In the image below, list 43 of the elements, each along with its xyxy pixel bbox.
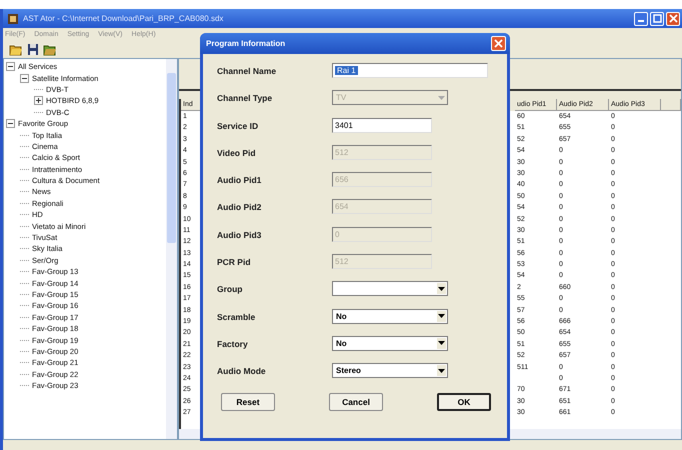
maximize-button[interactable] — [650, 12, 664, 26]
field-label: Channel Name — [217, 65, 278, 76]
field-label: Video Pid — [217, 146, 257, 158]
caret-icon[interactable] — [437, 310, 446, 322]
field-label: Factory — [217, 338, 249, 349]
caret-icon[interactable] — [437, 365, 446, 376]
close-button[interactable] — [491, 36, 506, 51]
field-label: Audio Pid3 — [217, 228, 262, 240]
scroll-bar[interactable] — [166, 59, 177, 439]
dropdown[interactable]: No — [332, 336, 448, 351]
dialog-title: Program Information — [206, 39, 286, 48]
collapse-icon[interactable] — [6, 62, 15, 72]
field-label: Audio Pid1 — [217, 174, 262, 186]
dialog-button[interactable]: OK — [437, 392, 491, 411]
field-label: Group — [217, 283, 244, 294]
maximize-icon — [652, 14, 662, 23]
close-icon — [668, 14, 678, 23]
collapse-icon[interactable] — [20, 74, 29, 83]
field-label: Audio Mode — [217, 365, 267, 376]
field-label: PCR Pid — [217, 256, 252, 268]
expand-icon[interactable] — [34, 96, 43, 106]
dialog-button[interactable]: Reset — [221, 392, 275, 411]
window-title: AST Ator - C:\Internet Download\Pari_BRP_CAB080.sdx — [23, 14, 224, 23]
dropdown[interactable] — [332, 281, 448, 296]
app-icon — [7, 12, 19, 24]
input-field[interactable]: Rai 1 — [332, 63, 488, 78]
dialog-button[interactable]: Cancel — [329, 392, 383, 411]
folder-icon[interactable] — [43, 43, 57, 56]
field-label: Service ID — [217, 120, 260, 131]
field-label: Channel Type — [217, 92, 274, 104]
folder-icon[interactable] — [9, 43, 23, 56]
field-label: Scramble — [217, 310, 256, 322]
save-icon[interactable] — [27, 43, 39, 56]
close-icon — [494, 39, 503, 48]
caret-icon[interactable] — [437, 283, 446, 294]
dropdown[interactable]: Stereo — [332, 363, 448, 378]
dropdown[interactable]: No — [332, 308, 448, 324]
caret-icon[interactable] — [437, 338, 446, 349]
input-field[interactable]: 3401 — [332, 118, 432, 133]
collapse-icon[interactable] — [6, 119, 15, 128]
close-button[interactable] — [666, 12, 680, 26]
field-label: Audio Pid2 — [217, 201, 262, 212]
minimize-button[interactable] — [634, 12, 648, 26]
